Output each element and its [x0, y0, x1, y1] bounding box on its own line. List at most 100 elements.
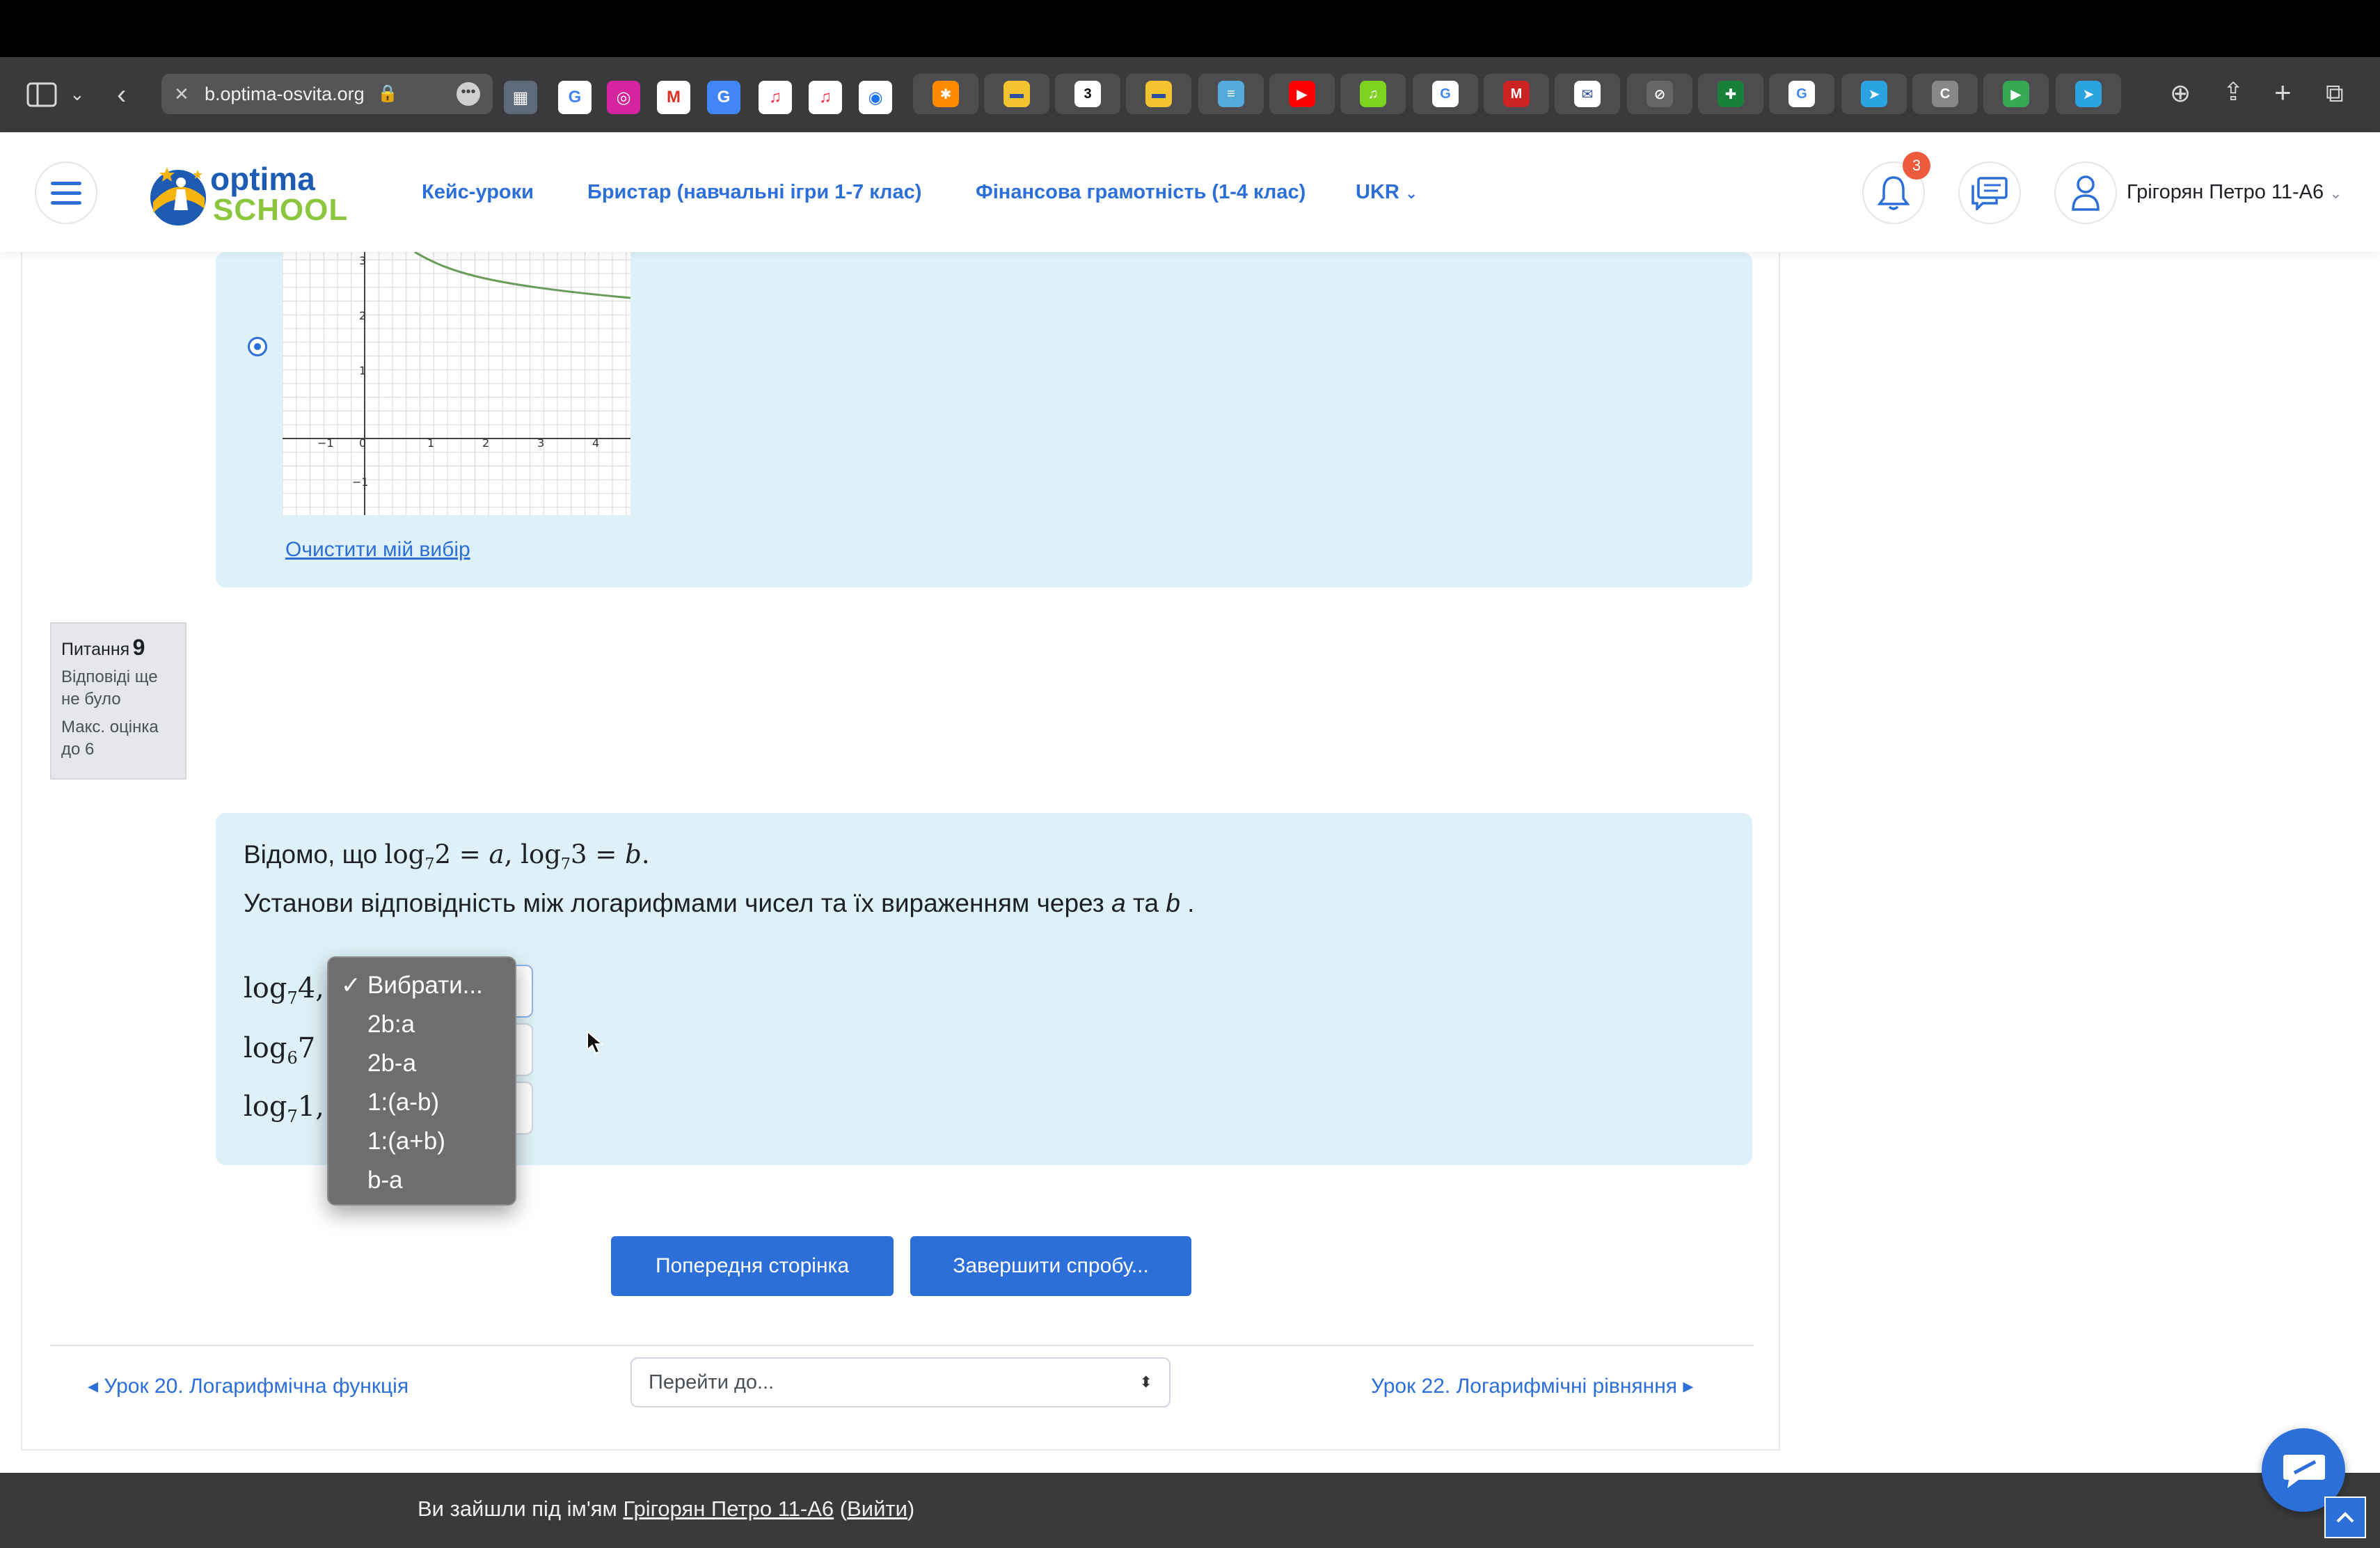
dropdown-option[interactable]: b-a — [328, 1161, 515, 1200]
clear-choice-link[interactable]: Очистити мій вибір — [285, 536, 470, 564]
bell-icon — [1877, 176, 1910, 210]
dropdown-option[interactable]: 1:(a-b) — [328, 1083, 515, 1122]
x-tick: −1 — [317, 436, 334, 450]
scroll-to-top-button[interactable] — [2324, 1496, 2366, 1538]
user-name[interactable]: Грігорян Петро 11-А6 ⌄ — [2127, 178, 2342, 207]
music-icon[interactable]: ♫ — [809, 81, 842, 114]
tab-folder-3[interactable]: 3 — [1055, 74, 1120, 114]
finish-attempt-button[interactable]: Завершити спробу... — [910, 1236, 1191, 1296]
tab-music[interactable]: ♫ — [1340, 74, 1406, 114]
login-prefix: Ви зайшли під ім'ям — [418, 1496, 617, 1521]
compass-icon[interactable]: ◉ — [859, 81, 892, 114]
lock-icon: 🔒 — [377, 84, 398, 103]
chevron-down-icon[interactable]: ⌄ — [70, 85, 85, 103]
music-icon[interactable]: ♫ — [759, 81, 792, 114]
next-lesson-link[interactable]: Урок 22. Логарифмічні рівняння ▸ — [1371, 1373, 1693, 1400]
nav-financial-literacy[interactable]: Фінансова грамотність (1-4 клас) — [976, 178, 1306, 206]
logo-text-bottom: SCHOOL — [213, 193, 349, 227]
login-info: Ви зайшли під ім'ям Грігорян Петро 11-А6… — [418, 1496, 915, 1521]
log-arg: 7 — [297, 1032, 316, 1064]
bookmark-folder-icon[interactable]: ▦ — [504, 81, 537, 114]
menu-icon[interactable] — [35, 161, 97, 224]
dropdown-option-selected[interactable]: ✓ Вибрати... — [328, 966, 515, 1005]
previous-page-button[interactable]: Попередня сторінка — [611, 1236, 894, 1296]
var-b: b — [1166, 889, 1180, 917]
x-tick: 3 — [537, 436, 544, 450]
chevron-up-icon — [2336, 1512, 2354, 1523]
tab-safari[interactable]: ⊘ — [1627, 74, 1692, 114]
x-tick: 0 — [359, 436, 366, 450]
close-tab-icon[interactable]: ✕ — [174, 74, 189, 114]
address-bar[interactable]: ✕ b.optima-osvita.org 🔒 ••• — [161, 74, 493, 114]
checkmark-icon: ✓ — [341, 972, 361, 999]
y-tick: 1 — [359, 364, 366, 377]
tab-office[interactable]: M — [1484, 74, 1549, 114]
chat-bubble-icon — [2283, 1455, 2325, 1488]
dropdown-option[interactable]: 1:(a+b) — [328, 1122, 515, 1161]
mail-icon[interactable]: M — [657, 81, 690, 114]
y-tick: 2 — [359, 309, 366, 322]
sidebar-icon[interactable] — [26, 81, 57, 113]
mouse-cursor-icon — [586, 1029, 604, 1059]
answer-radio-selected[interactable] — [248, 337, 267, 356]
tab-google[interactable]: G — [1769, 74, 1834, 114]
tab-telegram[interactable]: ➤ — [2056, 74, 2121, 114]
new-tab-icon[interactable]: + — [2274, 78, 2292, 107]
user-menu-button[interactable] — [2054, 161, 2117, 224]
back-icon[interactable]: ‹ — [117, 81, 126, 109]
select-arrows-icon: ⬍ — [1139, 1373, 1152, 1391]
tab-c[interactable]: C — [1912, 74, 1978, 114]
more-icon[interactable]: ••• — [457, 82, 480, 106]
option-label: Вибрати... — [367, 972, 483, 999]
jump-to-placeholder: Перейти до... — [649, 1371, 775, 1393]
tab-play[interactable]: ▶ — [1983, 74, 2049, 114]
end-dot: . — [1187, 889, 1195, 917]
instruction-text: Установи відповідність між логарифмами ч… — [244, 889, 1104, 917]
dropdown-option[interactable]: 2b:a — [328, 1005, 515, 1044]
select-dropdown-menu: ✓ Вибрати... 2b:a 2b-a 1:(a-b) 1:(a+b) b-… — [327, 956, 516, 1206]
prev-lesson-link[interactable]: ◂ Урок 20. Логарифмічна функція — [88, 1373, 408, 1400]
match-row-label: log67 — [244, 1032, 316, 1068]
question-instruction: Установи відповідність між логарифмами ч… — [244, 885, 1194, 922]
url-text: b.optima-osvita.org — [205, 84, 365, 104]
jump-to-select[interactable]: Перейти до... ⬍ — [630, 1357, 1171, 1407]
tab-youtube[interactable]: ▶ — [1269, 74, 1335, 114]
tab-folder[interactable]: ≡ — [1198, 74, 1264, 114]
tab-folder[interactable]: ▬ — [1126, 74, 1191, 114]
translate-icon[interactable]: G — [707, 81, 740, 114]
language-switch[interactable]: UKR ⌄ — [1356, 178, 1418, 207]
share-icon[interactable]: ⇪ — [2223, 79, 2244, 104]
question-status: Відповіді ще не було — [61, 668, 158, 709]
question-label: Питання — [61, 640, 130, 659]
tab-folder[interactable]: ✱ — [913, 74, 978, 114]
tab-telegram[interactable]: ➤ — [1841, 74, 1907, 114]
messages-button[interactable] — [1958, 161, 2021, 224]
question-intro: Відомо, що log72 = a, log73 = b. — [244, 837, 650, 882]
tab-mail[interactable]: ✉ — [1555, 74, 1620, 114]
tab-overview-icon[interactable]: ⧉ — [2326, 81, 2344, 106]
log-base: 6 — [287, 1048, 298, 1068]
tab-google[interactable]: G — [1413, 74, 1478, 114]
nav-case-lessons[interactable]: Кейс-уроки — [422, 178, 534, 206]
nav-brystar[interactable]: Бристар (навчальні ігри 1-7 клас) — [587, 178, 921, 206]
language-label: UKR — [1356, 181, 1399, 203]
instagram-icon[interactable]: ◎ — [607, 81, 640, 114]
logo[interactable]: optima SCHOOL — [146, 160, 355, 230]
chevron-down-icon: ⌄ — [2329, 184, 2342, 202]
notification-badge: 3 — [1903, 152, 1930, 180]
footer-user-link[interactable]: Грігорян Петро 11-А6 — [623, 1496, 834, 1521]
google-icon[interactable]: G — [558, 81, 592, 114]
user-icon — [2072, 175, 2100, 211]
answer-graph: −1 0 1 2 3 4 3 2 1 −1 — [282, 251, 631, 515]
download-icon[interactable]: ⊕ — [2170, 81, 2191, 106]
dropdown-option[interactable]: 2b-a — [328, 1044, 515, 1083]
logout-link[interactable]: Вийти — [847, 1496, 907, 1521]
var-a: a — [1111, 889, 1126, 917]
x-tick: 2 — [482, 436, 489, 450]
logo-text-top: optima — [210, 161, 315, 197]
chat-icon — [1972, 177, 2008, 210]
top-black-strip — [0, 0, 2380, 57]
tab-folder[interactable]: ▬ — [984, 74, 1049, 114]
tab-sheets[interactable]: ✚ — [1698, 74, 1763, 114]
y-tick: 3 — [359, 254, 366, 267]
